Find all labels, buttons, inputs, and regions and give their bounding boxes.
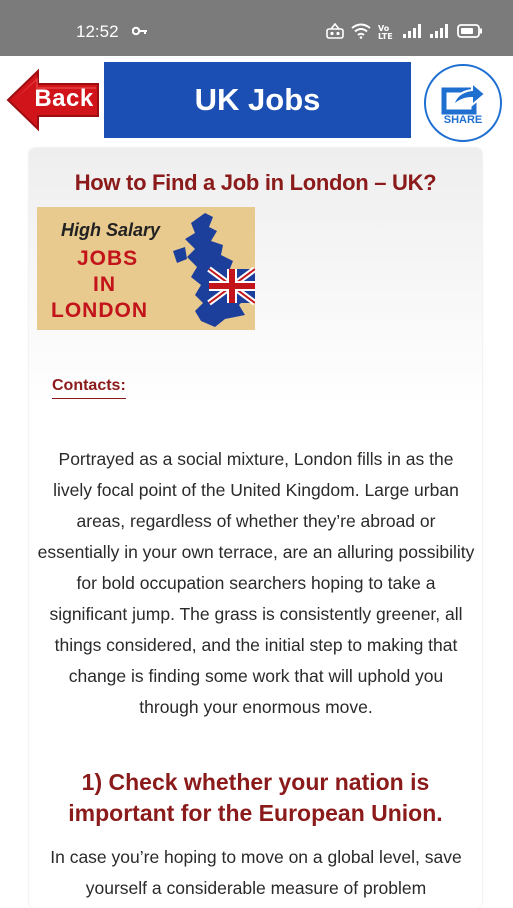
status-bar: 12:52 Vo LTE: [0, 0, 513, 56]
banner-line2: JOBS: [77, 247, 139, 270]
banner-line3: IN: [93, 273, 116, 296]
page-title: UK Jobs: [194, 82, 321, 117]
back-button-label: Back: [34, 85, 94, 112]
volte-icon: Vo LTE: [378, 23, 396, 39]
banner-line1: High Salary: [61, 220, 161, 240]
article-card: How to Find a Job in London – UK? High S…: [29, 148, 482, 908]
uk-map-icon: [173, 213, 255, 327]
article-banner-image: High Salary JOBS IN LONDON: [37, 207, 255, 330]
back-button[interactable]: Back: [6, 67, 102, 133]
status-icons: Vo LTE: [326, 19, 483, 43]
share-button[interactable]: SHARE: [424, 64, 502, 142]
contacts-link[interactable]: Contacts:: [52, 377, 126, 399]
key-icon: [131, 23, 148, 40]
section-heading: 1) Check whether your nation is importan…: [68, 769, 443, 826]
article-paragraph: Portrayed as a social mixture, London fi…: [37, 449, 475, 717]
wifi-icon: [351, 23, 371, 39]
banner-line4: LONDON: [51, 299, 148, 322]
battery-icon: [457, 24, 483, 38]
share-icon: [441, 80, 487, 115]
article-paragraph: In case you’re hoping to move on a globa…: [50, 847, 462, 898]
signal-icon: [403, 24, 423, 38]
article-title: How to Find a Job in London – UK?: [74, 170, 437, 195]
title-bar: UK Jobs: [104, 62, 411, 138]
svg-text:LTE: LTE: [378, 32, 393, 39]
share-label: SHARE: [443, 114, 483, 126]
status-time: 12:52: [76, 22, 119, 41]
signal-icon: [430, 24, 450, 38]
network-icon: [326, 23, 344, 39]
